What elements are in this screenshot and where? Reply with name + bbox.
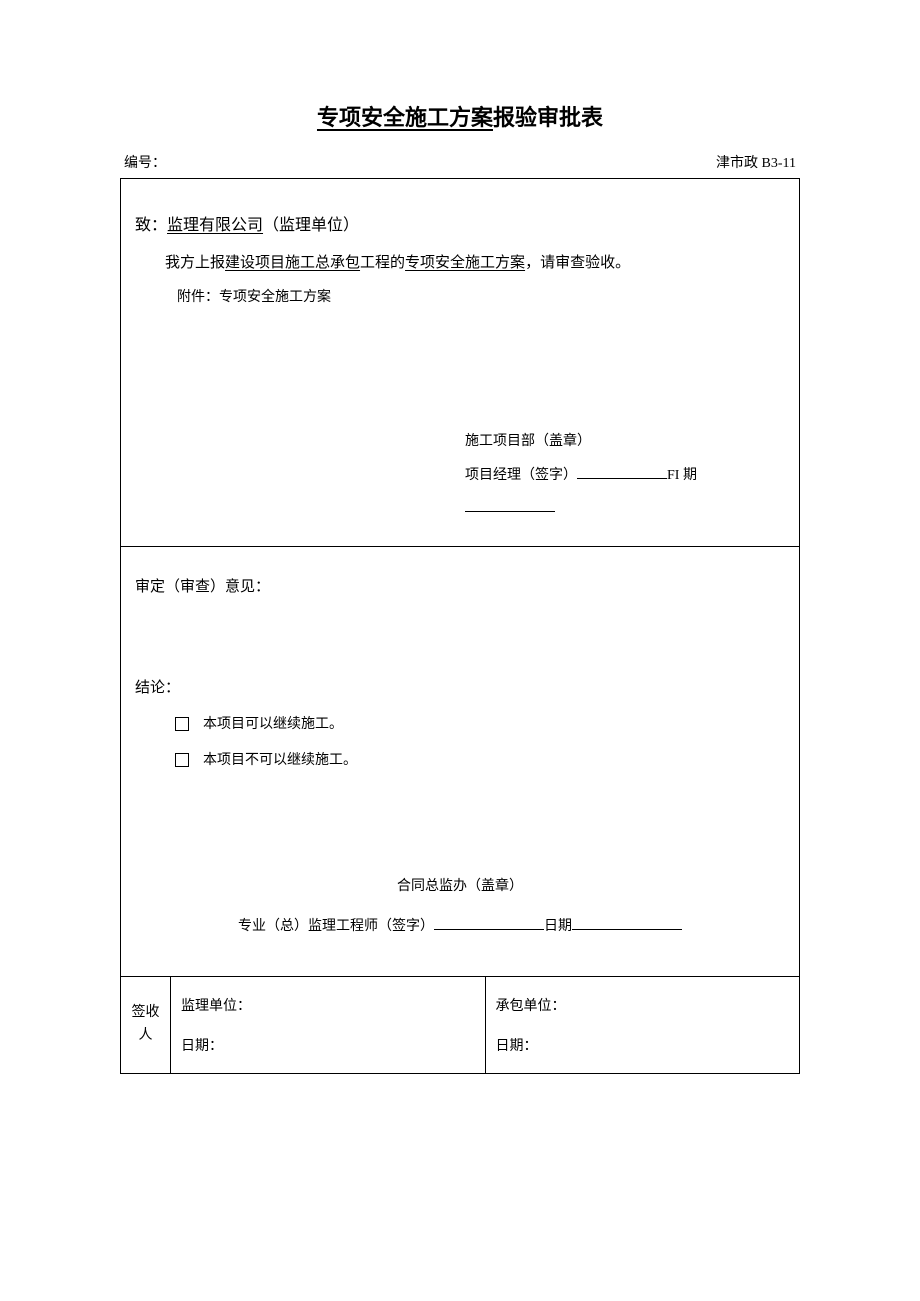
title-tail: 报验审批表 [493,105,603,130]
section-receipt: 签收 人 监理单位： 日期： 承包单位： 日期： [121,977,799,1073]
supervisor-receipt: 监理单位： 日期： [171,977,486,1073]
header-row: 编号： 津市政 B3-11 [120,152,800,178]
checkbox-1-text: 本项目可以继续施工。 [203,717,343,732]
form-table: 致：监理有限公司（监理单位） 我方上报建设项目施工总承包工程的专项安全施工方案，… [120,178,800,1074]
document-title: 专项安全施工方案报验审批表 [120,100,800,132]
contractor-date-label: 日期： [496,1025,790,1065]
date-label-2: 日期 [544,919,572,934]
body-item: 专项安全施工方案 [405,255,525,271]
engineer-sign-line: 专业（总）监理工程师（签字） 日期 [135,909,785,945]
contractor-receipt: 承包单位： 日期： [486,977,800,1073]
checkbox-icon[interactable] [175,717,189,731]
engineer-sign-label: 专业（总）监理工程师（签字） [238,919,434,934]
addressee-line: 致：监理有限公司（监理单位） [135,207,785,245]
date-label-1: FI 期 [667,468,697,483]
conclusion-label: 结论： [135,676,785,697]
receipt-label-1: 签收 [132,1002,160,1024]
to-suffix: （监理单位） [263,217,359,234]
attachment-line: 附件：专项安全施工方案 [135,281,785,315]
checkbox-2-text: 本项目不可以继续施工。 [203,753,357,768]
section-submission: 致：监理有限公司（监理单位） 我方上报建设项目施工总承包工程的专项安全施工方案，… [121,179,799,547]
supervisor-unit-label: 监理单位： [181,985,475,1025]
doc-code: 津市政 B3-11 [716,152,796,172]
supervisor-date-label: 日期： [181,1025,475,1065]
title-underlined: 专项安全施工方案 [317,105,493,130]
checkbox-option-1: 本项目可以继续施工。 [135,713,785,733]
body-suffix: ，请审查验收。 [525,255,630,271]
checkbox-option-2: 本项目不可以继续施工。 [135,749,785,769]
body-prefix: 我方上报 [165,255,225,271]
body-line: 我方上报建设项目施工总承包工程的专项安全施工方案，请审查验收。 [135,245,785,281]
receipt-label-2: 人 [139,1025,153,1047]
opinion-label: 审定（审查）意见： [135,575,785,596]
body-after-mid: 工程的 [360,255,405,271]
manager-sign-field[interactable] [577,478,667,479]
body-project: 建设项目施工总承包 [225,255,360,271]
project-manager-sign-line: 项目经理（签字） FI 期 [465,459,785,526]
section-review: 审定（审查）意见： 结论： 本项目可以继续施工。 本项目不可以继续施工。 合同总… [121,547,799,977]
doc-number-label: 编号： [124,152,166,172]
to-company: 监理有限公司 [167,217,263,234]
checkbox-icon[interactable] [175,753,189,767]
manager-sign-label: 项目经理（签字） [465,468,577,483]
contract-office-seal: 合同总监办（盖章） [135,869,785,905]
construction-dept-seal: 施工项目部（盖章） [465,425,785,459]
date-field-2[interactable] [572,929,682,930]
engineer-sign-field[interactable] [434,929,544,930]
receipt-label: 签收 人 [121,977,171,1073]
to-prefix: 致： [135,217,167,234]
supervisor-signature-block: 合同总监办（盖章） 专业（总）监理工程师（签字） 日期 [135,869,785,946]
contractor-signature-block: 施工项目部（盖章） 项目经理（签字） FI 期 [465,425,785,526]
contractor-unit-label: 承包单位： [496,985,790,1025]
date-field-1[interactable] [465,511,555,512]
